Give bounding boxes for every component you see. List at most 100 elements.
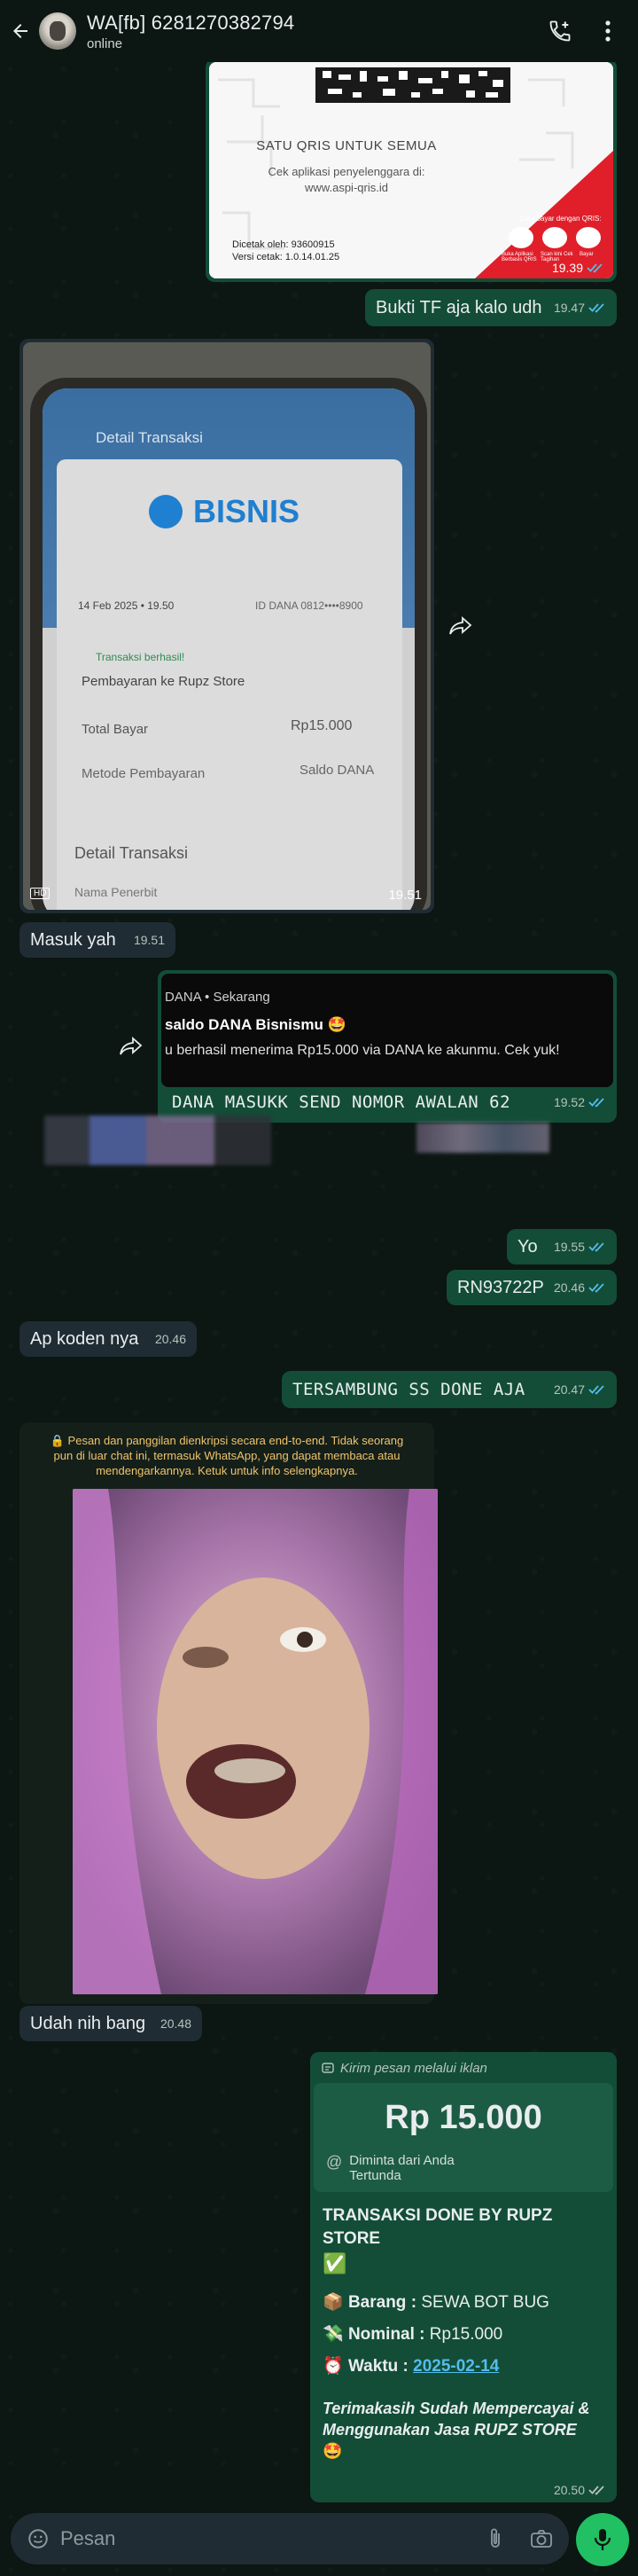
- message-time: 20.50: [553, 2483, 585, 2497]
- camera-icon[interactable]: [528, 2525, 555, 2552]
- waktu-label: Waktu :: [347, 2357, 408, 2376]
- closing-message: Terimakasih Sudah Mempercayai & Mengguna…: [323, 2400, 590, 2439]
- closing-text: Terimakasih Sudah Mempercayai & Mengguna…: [323, 2398, 604, 2462]
- outgoing-screenshot-bubble[interactable]: DANA • Sekarang saldo DANA Bisnismu 🤩 u …: [158, 970, 617, 1123]
- qris-step-scan-icon: [542, 227, 567, 248]
- attach-icon[interactable]: [482, 2525, 509, 2552]
- qris-image-bubble[interactable]: SATU QRIS UNTUK SEMUA Cek aplikasi penye…: [206, 59, 617, 282]
- money-icon: 💸: [323, 2325, 344, 2344]
- photo-title: Detail Transaksi: [96, 429, 203, 446]
- forward-icon[interactable]: [112, 1027, 151, 1066]
- dana-notification-screenshot[interactable]: DANA • Sekarang saldo DANA Bisnismu 🤩 u …: [161, 974, 613, 1087]
- photo-date: 14 Feb 2025 • 19.50: [78, 599, 175, 612]
- photo-phone-screen: Detail Transaksi BISNIS 14 Feb 2025 • 19…: [43, 388, 415, 910]
- hd-badge: HD: [30, 888, 51, 899]
- message-time: 20.46: [553, 1280, 585, 1295]
- message-footer: DANA MASUKK SEND NOMOR AWALAN 62 19.52: [161, 1087, 613, 1112]
- payment-line1: TRANSAKSI DONE BY RUPZ STORE ✅: [323, 2204, 604, 2275]
- notif-header: DANA • Sekarang: [165, 990, 270, 1005]
- message-text: Bukti TF aja kalo udh: [376, 297, 542, 317]
- nominal-label: Nominal :: [347, 2325, 425, 2344]
- contact-info[interactable]: WA[fb] 6281270382794 online: [87, 12, 542, 51]
- qris-steps: [509, 227, 601, 248]
- qris-time: 19.39: [552, 261, 604, 275]
- more-options-icon[interactable]: [590, 13, 626, 49]
- read-ticks-icon: [588, 1385, 604, 1395]
- payment-note: TRANSAKSI DONE BY RUPZ STORE ✅ 📦 Barang …: [310, 2192, 617, 2462]
- forward-icon[interactable]: [441, 607, 480, 646]
- sticker-icon[interactable]: [25, 2525, 51, 2552]
- notif-title: saldo DANA Bisnismu 🤩: [165, 1016, 346, 1033]
- message-text: DANA MASUKK SEND NOMOR AWALAN 62: [172, 1092, 511, 1112]
- incoming-message[interactable]: Udah nih bang 20.48: [19, 2006, 202, 2041]
- outgoing-message[interactable]: TERSAMBUNG SS DONE AJA 20.47: [282, 1371, 617, 1408]
- waktu-row: ⏰ Waktu : 2025-02-14: [323, 2355, 604, 2376]
- outgoing-message[interactable]: RN93722P 20.46: [447, 1270, 617, 1305]
- qris-tagline: SATU QRIS UNTUK SEMUA: [256, 138, 437, 153]
- barang-label: Barang :: [347, 2293, 417, 2312]
- barang-row: 📦 Barang : SEWA BOT BUG: [323, 2291, 604, 2313]
- message-time: 20.47: [553, 1382, 585, 1397]
- contact-name: WA[fb] 6281270382794: [87, 11, 295, 34]
- incoming-photo-bubble[interactable]: Detail Transaksi BISNIS 14 Feb 2025 • 19…: [19, 339, 434, 913]
- outgoing-message[interactable]: Yo 19.55: [507, 1229, 617, 1265]
- message-text: Masuk yah: [30, 929, 116, 950]
- payment-status-text: Diminta dari Anda Tertunda: [349, 2153, 454, 2183]
- alarm-clock-icon: ⏰: [323, 2357, 344, 2376]
- redacted-blur: [44, 1116, 271, 1165]
- at-icon: @: [326, 2153, 343, 2171]
- outgoing-message[interactable]: Bukti TF aja kalo udh 19.47: [365, 289, 617, 326]
- message-time: 19.55: [553, 1240, 585, 1254]
- sent-ticks-icon: [588, 2486, 604, 2495]
- payment-title: TRANSAKSI DONE BY RUPZ STORE: [323, 2206, 553, 2248]
- payment-request-bubble[interactable]: Kirim pesan melalui iklan Rp 15.000 @ Di…: [310, 2052, 617, 2502]
- transaction-photo[interactable]: Detail Transaksi BISNIS 14 Feb 2025 • 19…: [23, 342, 431, 910]
- microphone-button[interactable]: [576, 2513, 629, 2566]
- photo-method-label: Metode Pembayaran: [82, 766, 206, 781]
- payment-card[interactable]: Rp 15.000 @ Diminta dari Anda Tertunda: [314, 2083, 613, 2192]
- qris-image[interactable]: SATU QRIS UNTUK SEMUA Cek aplikasi penye…: [209, 62, 613, 278]
- photo-total-label: Total Bayar: [82, 722, 149, 737]
- message-meta: 19.55: [554, 1240, 606, 1254]
- message-meta: 20.46: [554, 1280, 606, 1295]
- incoming-message[interactable]: Ap koden nya 20.46: [19, 1321, 197, 1357]
- message-text: Udah nih bang: [30, 2013, 146, 2033]
- check-emoji: ✅: [323, 2252, 347, 2275]
- selfie-photo-graphic: [73, 1489, 438, 1994]
- waktu-date-link[interactable]: 2025-02-14: [413, 2357, 499, 2376]
- qris-step-1: Buka Aplikasi Berbasis QRIS: [502, 252, 537, 262]
- message-time: 19.52: [553, 1095, 585, 1109]
- message-input[interactable]: [60, 2527, 482, 2550]
- message-time: 20.48: [160, 2016, 191, 2031]
- message-text: TERSAMBUNG SS DONE AJA: [292, 1380, 525, 1399]
- photo-brand: BISNIS: [193, 493, 300, 529]
- incoming-photo-bubble[interactable]: 🔒 Pesan dan panggilan dienkripsi secara …: [19, 1422, 438, 2004]
- call-add-icon[interactable]: [542, 13, 578, 49]
- qris-step-pay-icon: [576, 227, 601, 248]
- contact-avatar[interactable]: [39, 12, 76, 50]
- qris-info-2: www.aspi-qris.id: [305, 181, 388, 194]
- message-meta: 20.50: [554, 2483, 606, 2497]
- package-icon: 📦: [323, 2293, 344, 2312]
- back-arrow-icon[interactable]: [5, 16, 35, 46]
- photo-payee: Pembayaran ke Rupz Store: [82, 674, 245, 689]
- bisnis-logo-icon: [149, 495, 183, 529]
- message-time: 19.51: [133, 933, 165, 947]
- read-ticks-icon: [588, 1098, 604, 1108]
- read-ticks-icon: [587, 263, 603, 273]
- message-time: 19.51: [388, 888, 422, 903]
- payment-requested: Diminta dari Anda: [349, 2153, 455, 2168]
- notif-body: u berhasil menerima Rp15.000 via DANA ke…: [165, 1043, 560, 1058]
- message-text: Yo: [517, 1236, 538, 1257]
- message-time: 19.39: [551, 261, 583, 275]
- payment-pending: Tertunda: [349, 2168, 401, 2183]
- microphone-icon: [594, 2529, 611, 2550]
- incoming-message[interactable]: Masuk yah 19.51: [19, 922, 175, 958]
- redacted-blur: [416, 1123, 549, 1153]
- selfie-photo[interactable]: [73, 1489, 438, 1994]
- encryption-notice[interactable]: 🔒 Pesan dan panggilan dienkripsi secara …: [42, 1433, 412, 1478]
- message-text: RN93722P: [457, 1277, 544, 1297]
- photo-issuer: Nama Penerbit: [74, 885, 158, 899]
- qris-printed-by: Dicetak oleh: 93600915: [232, 239, 335, 250]
- qris-version: Versi cetak: 1.0.14.01.25: [232, 252, 340, 262]
